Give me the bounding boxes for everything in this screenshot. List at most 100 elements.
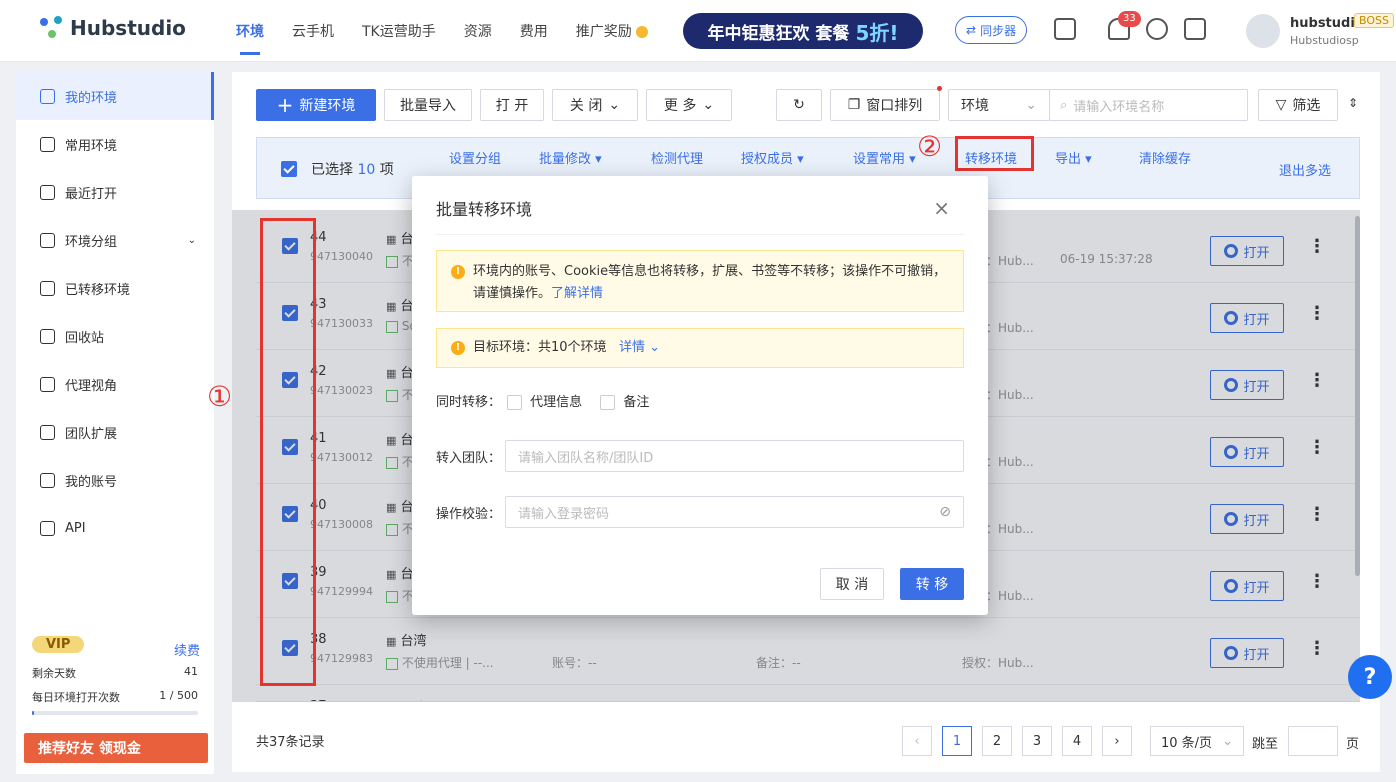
- action-clear-cache[interactable]: 清除缓存: [1139, 148, 1191, 167]
- sidebar-item-label: API: [65, 520, 86, 536]
- more-dropdown[interactable]: 更 多 ⌄: [646, 89, 732, 121]
- clock-icon: [40, 184, 55, 200]
- sidebar-item-6[interactable]: 代理视角: [16, 360, 214, 408]
- sidebar-item-label: 团队扩展: [65, 426, 118, 442]
- cancel-button[interactable]: 取 消: [820, 568, 884, 600]
- modal-title: 批量转移环境: [436, 200, 533, 219]
- sidebar-item-label: 我的账号: [65, 474, 118, 490]
- sidebar-item-7[interactable]: 团队扩展: [16, 408, 214, 456]
- user-menu[interactable]: hubstudio Hubstudiosp: [1246, 14, 1364, 48]
- page-3[interactable]: 3: [1022, 726, 1052, 756]
- notification-badge: 33: [1118, 11, 1141, 27]
- page-4[interactable]: 4: [1062, 726, 1092, 756]
- sidebar-item-5[interactable]: 回收站: [16, 312, 214, 360]
- api-icon: [40, 520, 55, 536]
- nav-item-reward[interactable]: 推广奖励: [576, 21, 649, 41]
- sidebar-item-8[interactable]: 我的账号: [16, 456, 214, 504]
- modal-divider: [436, 234, 964, 235]
- learn-more-link[interactable]: 了解详情: [551, 286, 603, 301]
- monitor-icon[interactable]: [1054, 18, 1076, 40]
- team-input[interactable]: 请输入团队名称/团队ID: [505, 440, 964, 472]
- days-label: 剩余天数: [32, 667, 76, 680]
- prev-page-button[interactable]: ‹: [902, 726, 932, 756]
- sidebar-item-1[interactable]: 常用环境: [16, 120, 214, 168]
- sidebar-item-0[interactable]: 我的环境: [16, 72, 214, 120]
- opens-label: 每日环境打开次数: [32, 691, 120, 704]
- select-all-checkbox[interactable]: [281, 161, 297, 177]
- app-logo[interactable]: Hubstudio: [40, 16, 186, 40]
- action-set-favorite[interactable]: 设置常用 ▾: [853, 148, 916, 167]
- cube-icon: [40, 424, 55, 440]
- filter-button[interactable]: ▽ 筛选: [1258, 89, 1338, 121]
- nav-item-cloud-phone[interactable]: 云手机: [292, 21, 334, 41]
- jump-label: 跳至: [1252, 737, 1279, 752]
- eye-off-icon[interactable]: ⊘: [939, 504, 951, 520]
- action-set-group[interactable]: 设置分组: [449, 148, 501, 167]
- close-dropdown[interactable]: 关 闭 ⌄: [552, 89, 638, 121]
- invite-banner[interactable]: 推荐好友 领现金: [24, 733, 208, 763]
- nav-item-fee[interactable]: 费用: [520, 21, 548, 41]
- days-value: 41: [184, 665, 198, 678]
- sidebar-item-3[interactable]: 环境分组 ⌄: [16, 216, 214, 264]
- arrange-button[interactable]: ❐ 窗口排列: [830, 89, 940, 121]
- warning-icon: !: [451, 265, 465, 279]
- renew-link[interactable]: 续费: [174, 640, 200, 659]
- page-1[interactable]: 1: [942, 726, 972, 756]
- note-option[interactable]: 备注: [600, 395, 649, 410]
- action-batch-edit[interactable]: 批量修改 ▾: [539, 148, 602, 167]
- avatar: [1246, 14, 1280, 48]
- search-icon: ⌕: [1060, 97, 1068, 113]
- annotation-label-1: ①: [207, 380, 233, 413]
- search-input[interactable]: ⌕ 请输入环境名称: [1049, 89, 1248, 121]
- open-button[interactable]: 打 开: [480, 89, 544, 121]
- import-button[interactable]: 批量导入: [384, 89, 472, 121]
- funnel-icon: ▽: [1275, 97, 1287, 113]
- close-icon[interactable]: ×: [933, 196, 950, 220]
- action-export[interactable]: 导出 ▾: [1055, 148, 1092, 167]
- nav-item-tk[interactable]: TK运营助手: [362, 21, 436, 41]
- sidebar-item-9[interactable]: API: [16, 504, 214, 552]
- sidebar-item-4[interactable]: 已转移环境: [16, 264, 214, 312]
- team-label: 转入团队：: [436, 451, 502, 466]
- nav-item-env[interactable]: 环境: [236, 21, 264, 55]
- chevron-down-icon: ⌄: [702, 97, 715, 113]
- document-clock-icon[interactable]: [1184, 18, 1206, 40]
- help-button[interactable]: ?: [1348, 655, 1392, 699]
- sync-button[interactable]: ⇄ 同步器: [955, 16, 1028, 44]
- page-2[interactable]: 2: [982, 726, 1012, 756]
- opens-progress: [32, 711, 198, 715]
- chevron-down-icon[interactable]: ⌄: [188, 235, 196, 246]
- target-info: ! 目标环境：共10个环境 详情 ⌄: [436, 328, 964, 368]
- filter-field-select[interactable]: 环境 ⌄: [948, 89, 1050, 121]
- refresh-button[interactable]: ↻: [776, 89, 822, 121]
- exit-multiselect[interactable]: 退出多选: [1279, 160, 1331, 179]
- details-link[interactable]: 详情 ⌄: [619, 340, 660, 355]
- also-transfer-row: 同时转移： 代理信息 备注: [436, 395, 650, 410]
- note-checkbox[interactable]: [600, 395, 616, 410]
- proxy-info-option[interactable]: 代理信息: [507, 395, 582, 410]
- next-page-button[interactable]: ›: [1102, 726, 1132, 756]
- sidebar-item-label: 我的环境: [65, 90, 118, 106]
- action-check-proxy[interactable]: 检测代理: [651, 148, 703, 167]
- coin-icon: [636, 26, 649, 38]
- total-records: 共37条记录: [256, 735, 325, 750]
- proxy-icon: [40, 376, 55, 392]
- transfer-button[interactable]: 转 移: [900, 568, 964, 600]
- window-icon: ❐: [847, 97, 861, 113]
- new-env-button[interactable]: + 新建环境: [256, 89, 376, 121]
- sidebar-item-2[interactable]: 最近打开: [16, 168, 214, 216]
- nav-item-resource[interactable]: 资源: [464, 21, 492, 41]
- promo-banner[interactable]: 年中钜惠狂欢 套餐 5折!: [683, 13, 923, 49]
- sidebar-item-label: 回收站: [65, 330, 105, 346]
- sort-icon[interactable]: ⇕: [1348, 96, 1358, 110]
- action-authorize[interactable]: 授权成员 ▾: [741, 148, 804, 167]
- sidebar-item-label: 代理视角: [65, 378, 118, 394]
- password-input[interactable]: 请输入登录密码 ⊘: [505, 496, 964, 528]
- page-size-select[interactable]: 10 条/页 ⌄: [1150, 726, 1244, 756]
- annotation-label-2: ②: [917, 130, 943, 163]
- proxy-info-checkbox[interactable]: [507, 395, 523, 410]
- download-icon[interactable]: [1146, 18, 1168, 40]
- jump-input[interactable]: [1288, 726, 1338, 756]
- transfer-modal: 批量转移环境 × ! 环境内的账号、Cookie等信息也将转移，扩展、书签等不转…: [412, 176, 988, 615]
- star-icon: [40, 136, 55, 152]
